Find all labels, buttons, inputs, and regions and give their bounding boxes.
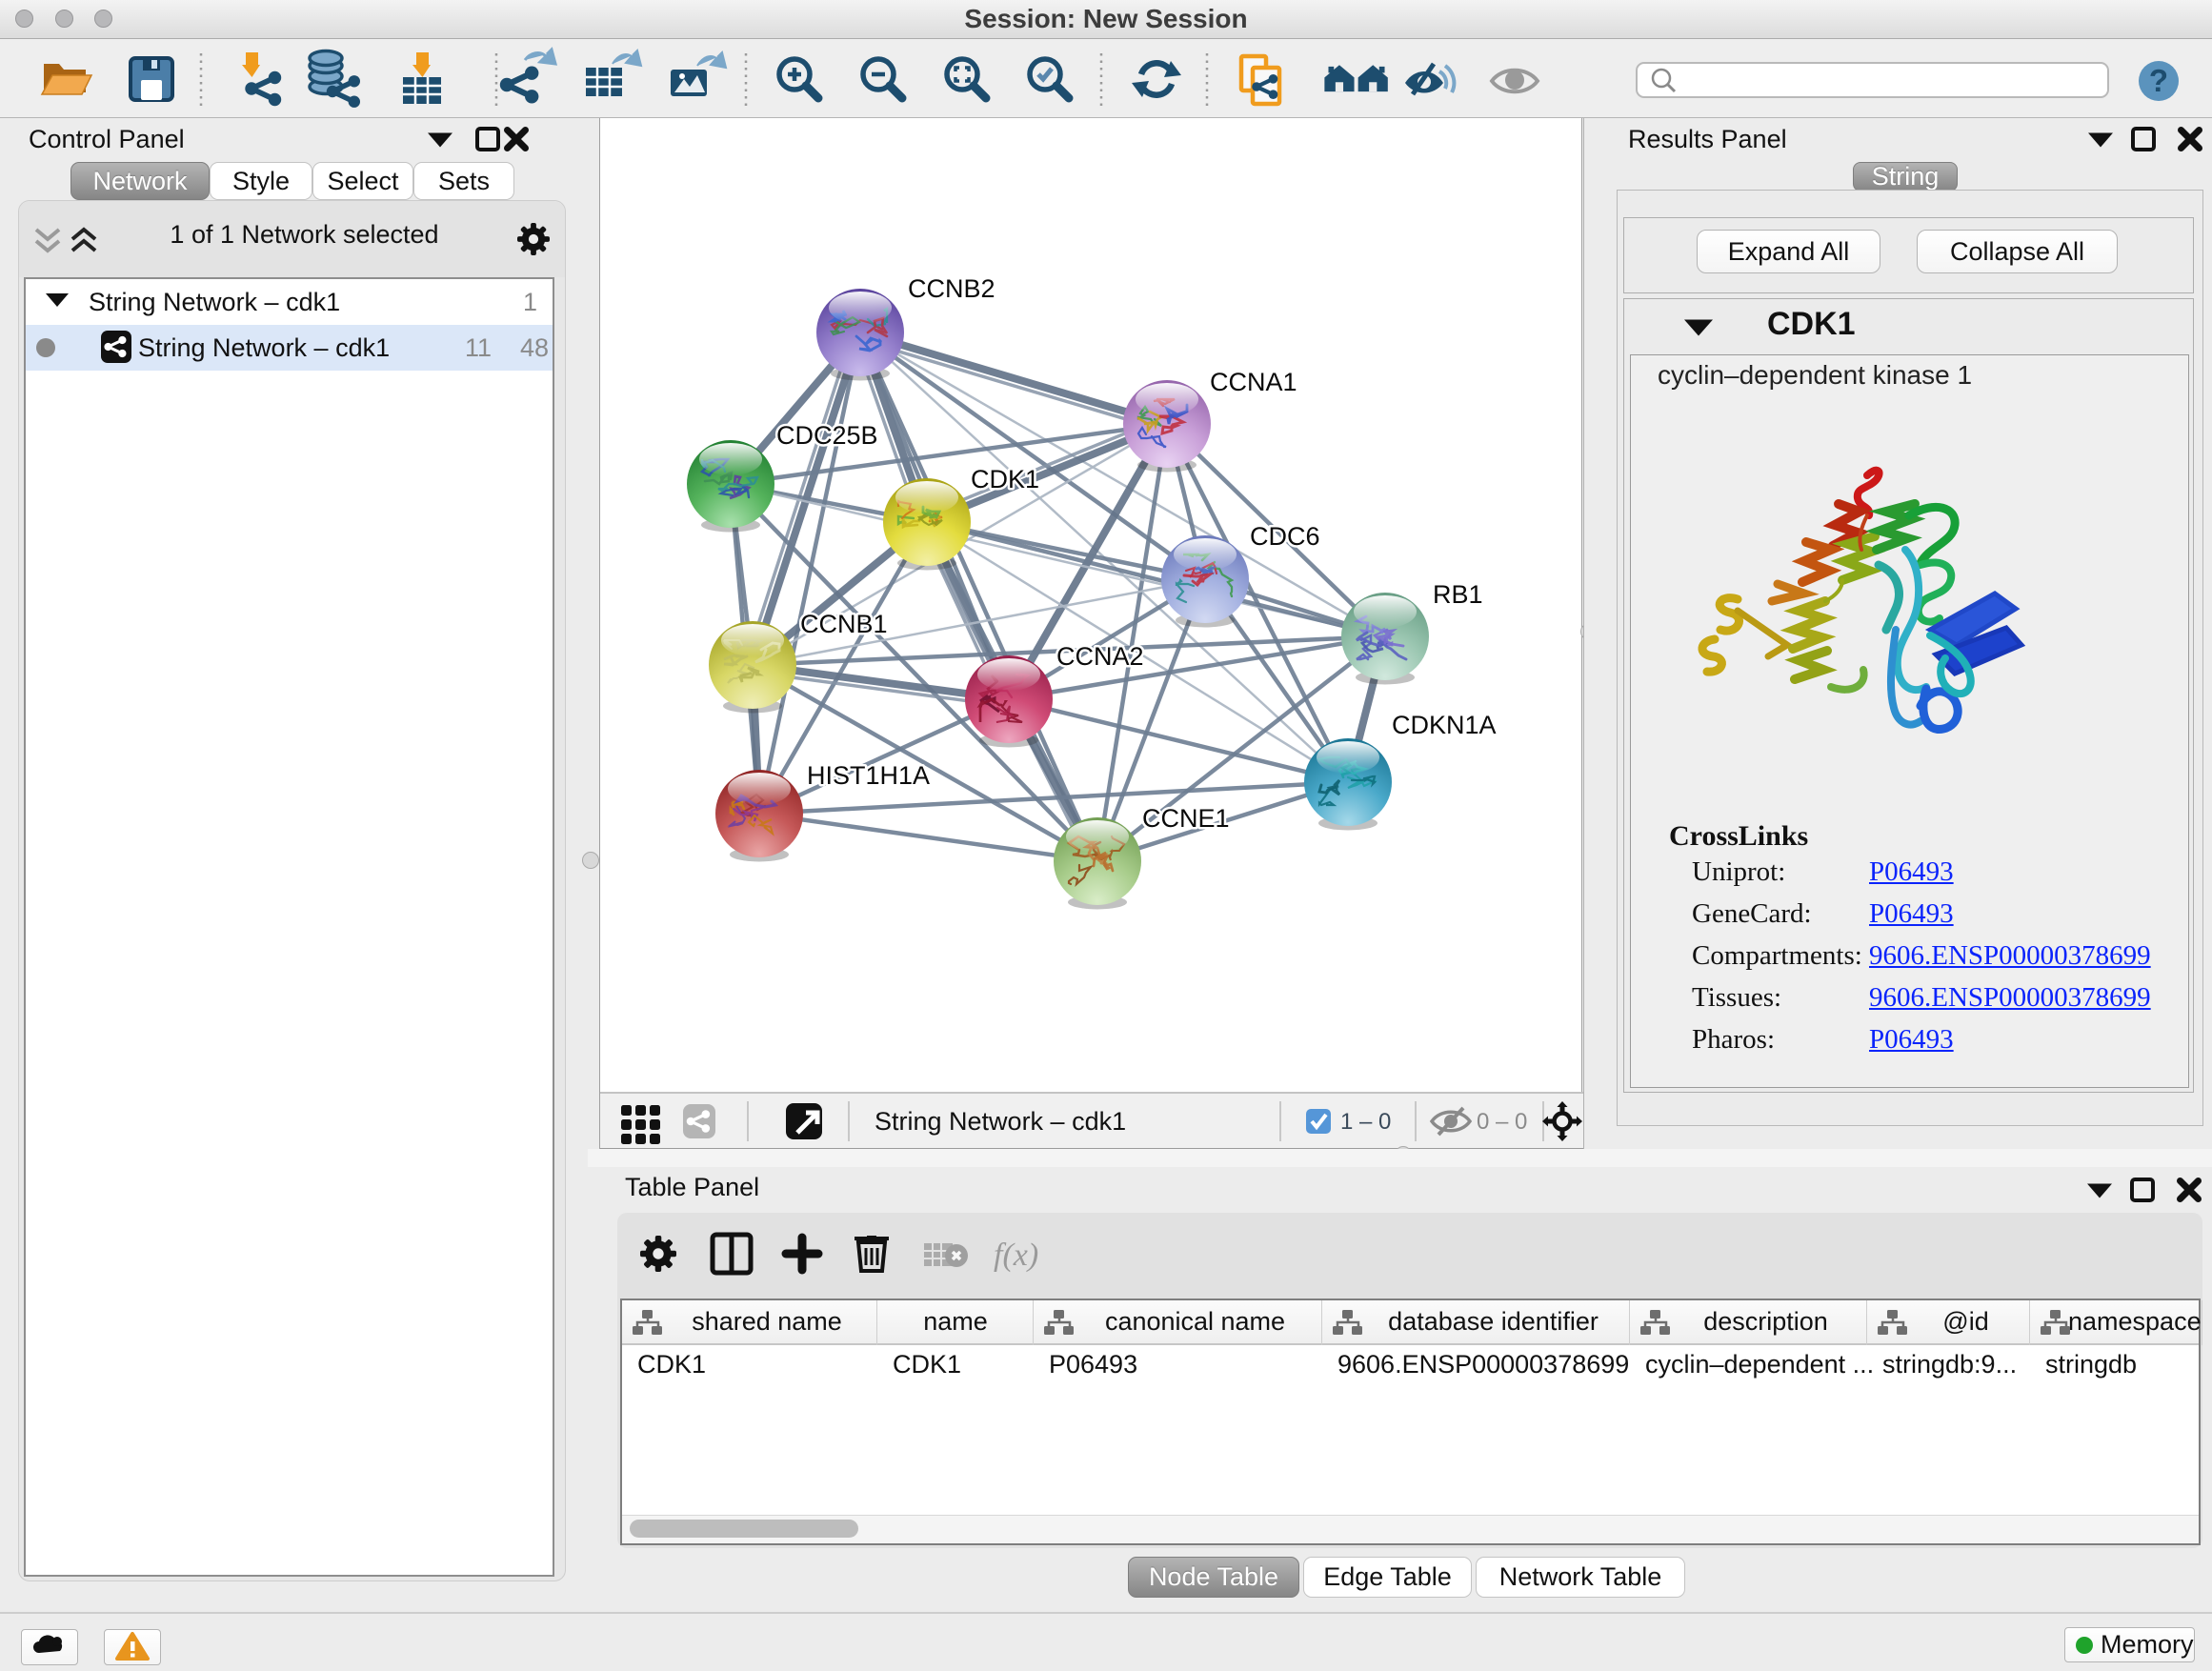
- svg-text:48: 48: [520, 333, 549, 362]
- svg-text:CDKN1A: CDKN1A: [1392, 711, 1497, 739]
- svg-text:RB1: RB1: [1433, 580, 1483, 609]
- svg-text:CDC6: CDC6: [1250, 522, 1320, 551]
- svg-text:f(x): f(x): [994, 1238, 1038, 1273]
- svg-text:1 – 0: 1 – 0: [1340, 1109, 1391, 1135]
- svg-text:11: 11: [465, 333, 492, 362]
- svg-text:CCNA2: CCNA2: [1056, 642, 1144, 671]
- svg-text:HIST1H1A: HIST1H1A: [807, 761, 930, 790]
- svg-text:CCNE1: CCNE1: [1142, 804, 1230, 833]
- svg-text:String Network – cdk1: String Network – cdk1: [138, 333, 390, 362]
- svg-text:CCNA1: CCNA1: [1210, 368, 1297, 396]
- svg-text:CDC25B: CDC25B: [776, 421, 878, 450]
- svg-text:1: 1: [523, 288, 537, 316]
- svg-text:String Network – cdk1: String Network – cdk1: [89, 288, 340, 316]
- svg-text:0 – 0: 0 – 0: [1477, 1109, 1527, 1135]
- svg-text:String Network – cdk1: String Network – cdk1: [875, 1107, 1126, 1136]
- svg-text:CCNB1: CCNB1: [800, 610, 888, 638]
- svg-text:CDK1: CDK1: [971, 465, 1039, 493]
- svg-text:CCNB2: CCNB2: [908, 274, 995, 303]
